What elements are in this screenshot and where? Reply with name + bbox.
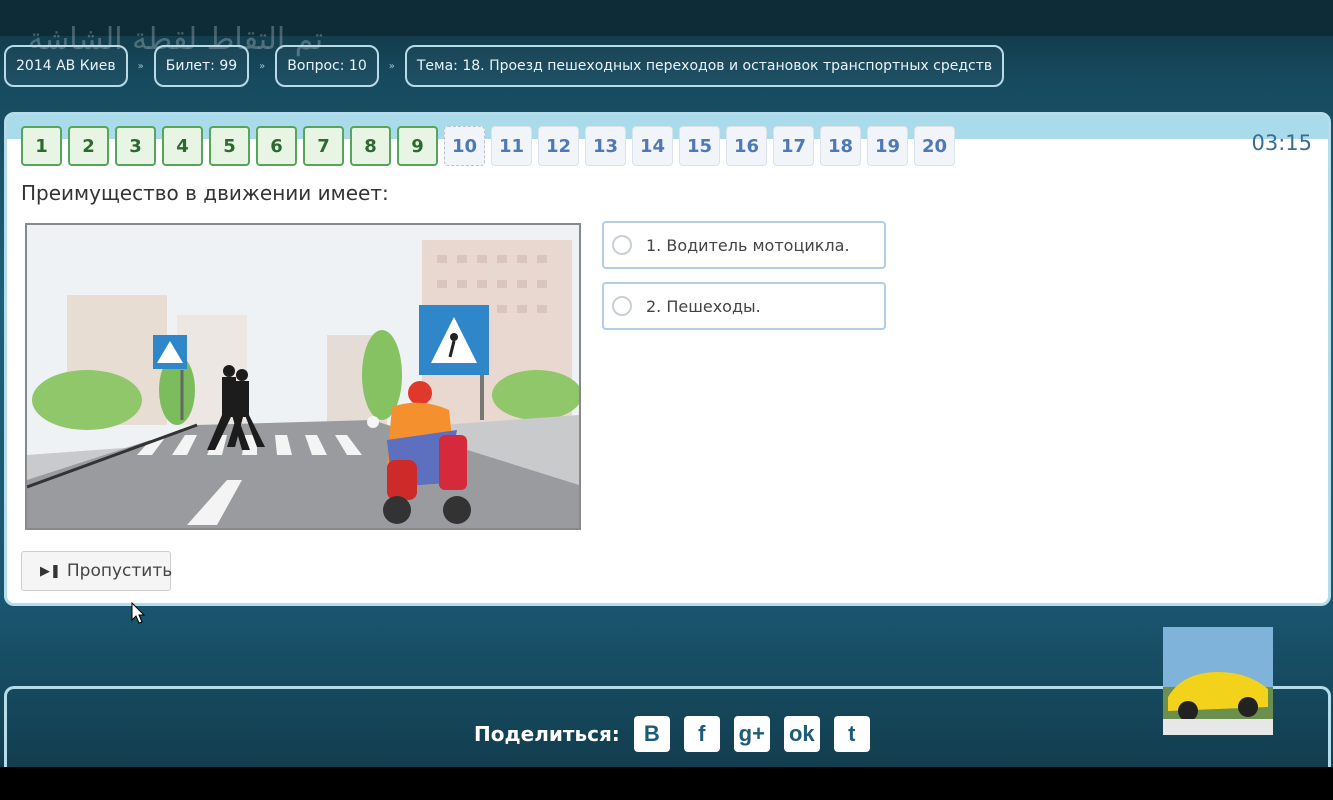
breadcrumb-topic[interactable]: Тема: 18. Проезд пешеходных переходов и … [404,45,1005,87]
question-nav-6[interactable]: 6 [256,126,297,166]
breadcrumb-ticket[interactable]: Билет: 99 [153,45,250,87]
breadcrumb-separator: » [137,60,144,72]
bottom-bar [0,767,1333,800]
timer: 03:15 [1251,131,1312,155]
question-navigation: 1 2 3 4 5 6 7 8 9 10 11 12 13 14 15 16 17 18 19 20 [21,126,955,166]
question-nav-11[interactable]: 11 [491,126,532,166]
question-nav-15[interactable]: 15 [679,126,720,166]
question-nav-13[interactable]: 13 [585,126,626,166]
question-nav-18[interactable]: 18 [820,126,861,166]
breadcrumb-separator: » [388,60,395,72]
car-thumbnail-image[interactable] [1163,627,1273,735]
answer-option-2[interactable]: 2. Пешеходы. [602,282,886,330]
question-illustration [25,223,581,530]
question-card: 1 2 3 4 5 6 7 8 9 10 11 12 13 14 15 16 17 18 19 20 03:15 Пр… [4,112,1331,606]
question-text: Преимущество в движении имеет: [21,181,389,205]
question-nav-4[interactable]: 4 [162,126,203,166]
answer-option-1[interactable]: 1. Водитель мотоцикла. [602,221,886,269]
breadcrumb: 2014 АВ Киев » Билет: 99 » Вопрос: 10 » … [4,44,1005,88]
vk-icon[interactable]: B [633,716,670,752]
google-plus-icon[interactable]: g+ [733,716,770,752]
question-nav-1[interactable]: 1 [21,126,62,166]
breadcrumb-separator: » [259,60,266,72]
breadcrumb-question[interactable]: Вопрос: 10 [275,45,379,87]
question-nav-9[interactable]: 9 [397,126,438,166]
question-nav-5[interactable]: 5 [209,126,250,166]
question-nav-8[interactable]: 8 [350,126,391,166]
answer-label: 1. Водитель мотоцикла. [646,235,850,255]
breadcrumb-category[interactable]: 2014 АВ Киев [4,45,128,87]
question-nav-2[interactable]: 2 [68,126,109,166]
skip-forward-icon: ▶❚ [40,563,61,579]
radio-button[interactable] [612,296,632,316]
twitter-icon[interactable]: t [833,716,870,752]
skip-button[interactable]: ▶❚ Пропустить [21,551,173,591]
share-icons: Bf g+ ok t [633,716,870,752]
question-nav-3[interactable]: 3 [115,126,156,166]
question-nav-10[interactable]: 10 [444,126,485,166]
question-nav-20[interactable]: 20 [914,126,955,166]
question-nav-14[interactable]: 14 [632,126,673,166]
facebook-icon[interactable]: f [683,716,720,752]
mouse-cursor-icon [131,602,145,624]
question-nav-16[interactable]: 16 [726,126,767,166]
question-nav-17[interactable]: 17 [773,126,814,166]
share-label: Поделиться: [474,722,620,746]
odnoklassniki-icon[interactable]: ok [783,716,820,752]
question-nav-12[interactable]: 12 [538,126,579,166]
answer-label: 2. Пешеходы. [646,296,761,316]
radio-button[interactable] [612,235,632,255]
question-nav-19[interactable]: 19 [867,126,908,166]
share-bar: Поделиться: Bf g+ ok t [474,716,870,752]
question-nav-7[interactable]: 7 [303,126,344,166]
crosswalk-scene-image [27,225,579,528]
skip-button-label: Пропустить [66,561,173,581]
